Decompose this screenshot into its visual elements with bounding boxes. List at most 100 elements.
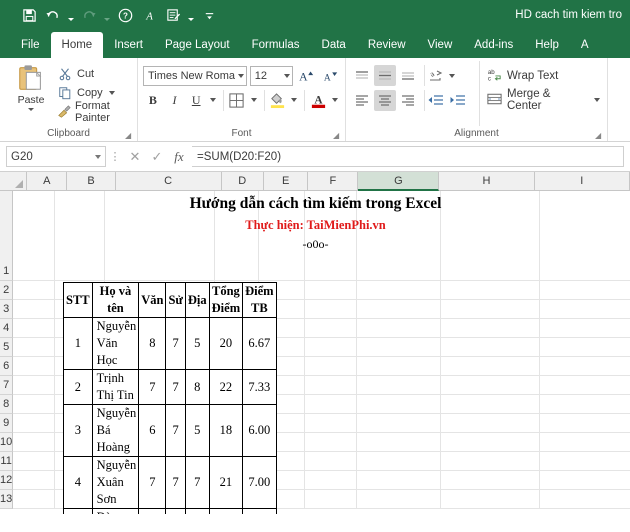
undo-icon[interactable] [42, 4, 64, 26]
worksheet-grid[interactable]: A B C D E F G H I 1 2 3 4 5 6 7 8 9 10 1… [0, 172, 630, 514]
cell-a1[interactable] [13, 191, 56, 281]
cell-f1[interactable] [305, 191, 358, 281]
row-header-13[interactable]: 13 [0, 490, 14, 509]
column-header-c[interactable]: C [115, 172, 222, 191]
fill-color-dropdown-icon[interactable] [291, 98, 298, 102]
row-header-2[interactable]: 2 [0, 281, 14, 300]
borders-button[interactable] [223, 89, 247, 111]
decrease-indent-icon[interactable] [424, 89, 446, 111]
merge-center-button[interactable]: Merge & Center [486, 88, 602, 112]
column-header-d[interactable]: D [221, 172, 264, 191]
font-color-button[interactable]: A [304, 89, 328, 111]
tab-view[interactable]: View [417, 32, 464, 58]
fill-color-button[interactable] [263, 89, 288, 111]
font-name-dropdown-icon[interactable] [237, 73, 244, 78]
column-header-a[interactable]: A [27, 172, 68, 191]
bold-button[interactable]: B [143, 90, 163, 111]
align-right-icon[interactable] [397, 90, 419, 111]
help-icon[interactable]: ? [114, 4, 136, 26]
cut-button[interactable]: Cut [57, 64, 132, 83]
cell-h1[interactable] [441, 191, 541, 281]
increase-indent-icon[interactable] [447, 90, 469, 111]
cell-van[interactable]: 8 [138, 508, 167, 514]
column-header-g[interactable]: G [358, 172, 440, 191]
format-painter-button[interactable]: Format Painter [57, 100, 132, 124]
orientation-dropdown-icon[interactable] [449, 73, 455, 78]
tab-data[interactable]: Data [311, 32, 357, 58]
alignment-dialog-launcher-icon[interactable]: ◢ [595, 131, 604, 140]
column-header-h[interactable]: H [439, 172, 535, 191]
cell-e1[interactable] [259, 191, 306, 281]
cell-g1[interactable] [357, 191, 442, 281]
wrap-text-button[interactable]: ab c Wrap Text [486, 64, 602, 88]
row-header-12[interactable]: 12 [0, 471, 14, 490]
form-dropdown-icon[interactable] [186, 4, 196, 26]
row-header-11[interactable]: 11 [0, 452, 14, 471]
autosave-a-icon[interactable]: A [138, 4, 160, 26]
cell-stt[interactable]: 5 [63, 508, 93, 514]
save-icon[interactable] [18, 4, 40, 26]
underline-dropdown-icon[interactable] [210, 98, 217, 102]
row-header-9[interactable]: 9 [0, 414, 14, 433]
cell-b1[interactable] [55, 191, 106, 281]
font-size-input[interactable]: 12 [249, 65, 293, 86]
cell-su[interactable]: 6 [165, 508, 186, 514]
column-header-f[interactable]: F [308, 172, 359, 191]
tab-help[interactable]: Help [524, 32, 570, 58]
column-header-i[interactable]: I [534, 172, 630, 191]
font-size-dropdown-icon[interactable] [283, 73, 290, 78]
row-header-1[interactable]: 1 [0, 191, 14, 281]
tab-insert[interactable]: Insert [103, 32, 154, 58]
tab-acrobat[interactable]: A [570, 32, 600, 58]
font-color-dropdown-icon[interactable] [332, 98, 339, 102]
cell-area[interactable] [13, 191, 630, 509]
name-box[interactable]: G20 [6, 146, 106, 167]
row-header-4[interactable]: 4 [0, 319, 14, 338]
italic-button[interactable]: I [165, 90, 185, 111]
row-header-10[interactable]: 10 [0, 433, 14, 452]
column-header-e[interactable]: E [263, 172, 309, 191]
borders-dropdown-icon[interactable] [250, 98, 257, 102]
tab-review[interactable]: Review [357, 32, 417, 58]
customize-quick-access-icon[interactable] [198, 4, 220, 26]
cell-d1[interactable] [215, 191, 260, 281]
tab-home[interactable]: Home [50, 32, 104, 58]
column-header-b[interactable]: B [67, 172, 116, 191]
align-bottom-icon[interactable] [397, 65, 419, 86]
font-name-input[interactable]: Times New Roma [143, 65, 247, 86]
tab-page-layout[interactable]: Page Layout [154, 32, 241, 58]
paste-button[interactable]: Paste [5, 61, 57, 126]
name-box-dropdown-icon[interactable] [95, 154, 101, 159]
tab-file[interactable]: File [10, 32, 51, 58]
confirm-formula-icon[interactable]: ✓ [146, 146, 168, 167]
undo-dropdown-icon[interactable] [66, 4, 76, 26]
form-icon[interactable] [162, 4, 184, 26]
cell-tb[interactable]: 6.33 [242, 508, 277, 514]
cell-c1[interactable] [105, 191, 216, 281]
row-header-5[interactable]: 5 [0, 338, 14, 357]
row-header-3[interactable]: 3 [0, 300, 14, 319]
increase-font-size-icon[interactable]: A [296, 65, 317, 86]
cell-i1[interactable] [540, 191, 630, 281]
align-left-icon[interactable] [351, 90, 373, 111]
row-header-8[interactable]: 8 [0, 395, 14, 414]
copy-dropdown-icon[interactable] [108, 90, 115, 95]
paste-dropdown-icon[interactable] [28, 108, 34, 111]
align-middle-icon[interactable] [374, 65, 396, 86]
row-header-7[interactable]: 7 [0, 376, 14, 395]
font-dialog-launcher-icon[interactable]: ◢ [333, 131, 342, 140]
cell-name[interactable]: Đào Thị Tuyết [91, 508, 140, 514]
tab-add-ins[interactable]: Add-ins [463, 32, 524, 58]
align-center-icon[interactable] [374, 89, 396, 111]
tab-formulas[interactable]: Formulas [241, 32, 311, 58]
formula-input[interactable]: =SUM(D20:F20) [192, 146, 624, 167]
underline-button[interactable]: U [186, 90, 206, 111]
row-header-6[interactable]: 6 [0, 357, 14, 376]
merge-center-dropdown-icon[interactable] [594, 98, 600, 102]
cancel-formula-icon[interactable]: ✕ [124, 146, 146, 167]
insert-function-icon[interactable]: fx [168, 146, 190, 167]
align-top-icon[interactable] [351, 65, 373, 86]
decrease-font-size-icon[interactable]: A [319, 65, 340, 86]
select-all-corner[interactable] [0, 172, 27, 191]
clipboard-dialog-launcher-icon[interactable]: ◢ [125, 131, 134, 140]
